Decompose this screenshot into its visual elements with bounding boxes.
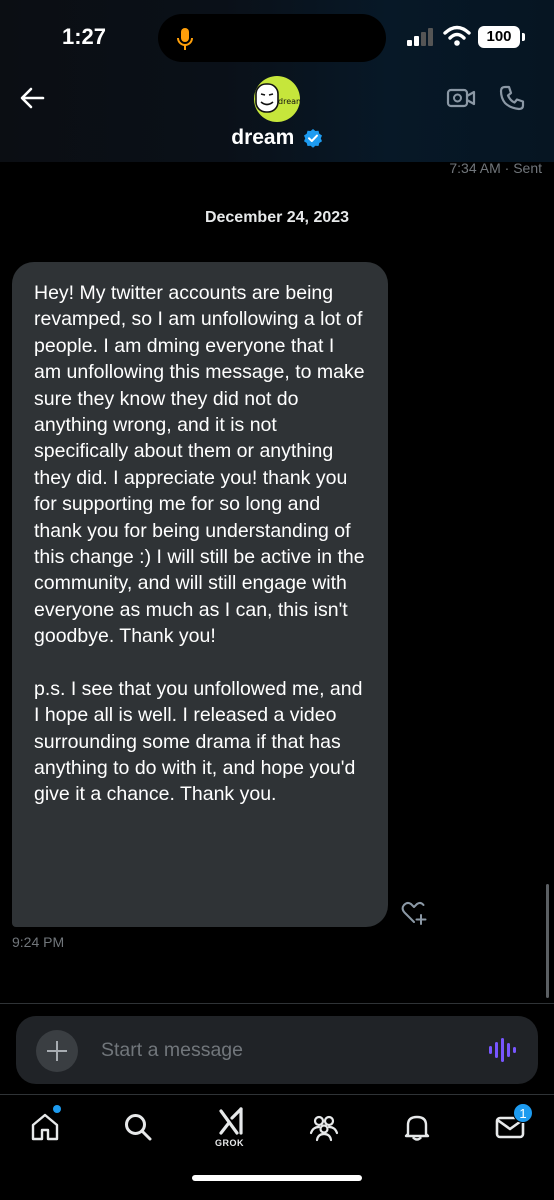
avatar[interactable]: dream (254, 76, 300, 122)
home-indicator[interactable] (192, 1175, 362, 1181)
status-time: 1:27 (62, 24, 107, 49)
notifications-bell-icon[interactable] (401, 1111, 433, 1143)
message-input[interactable]: Start a message (101, 1039, 243, 1062)
grok-icon[interactable] (215, 1105, 247, 1137)
add-reaction-heart-icon[interactable] (400, 900, 428, 926)
composer-divider (0, 1003, 554, 1004)
message-composer[interactable]: Start a message (16, 1016, 538, 1084)
scrollbar[interactable] (546, 884, 549, 998)
video-call-icon[interactable] (446, 84, 476, 112)
wifi-icon (443, 25, 471, 46)
home-icon[interactable] (29, 1111, 61, 1143)
battery-nub (522, 33, 525, 41)
message-paragraph: Hey! My twitter accounts are being revam… (34, 282, 370, 648)
add-attachment-button[interactable] (36, 1030, 78, 1072)
last-sent-status: 7:34 AM · Sent (449, 160, 542, 176)
voice-message-icon[interactable] (488, 1036, 516, 1064)
verified-badge-icon (303, 129, 322, 148)
grok-label: GROK (215, 1138, 244, 1148)
svg-text:dream: dream (278, 97, 300, 106)
message-timestamp: 9:24 PM (12, 934, 65, 950)
microphone-icon (177, 28, 193, 50)
dream-logo-icon: dream (255, 83, 300, 113)
communities-icon[interactable] (308, 1111, 340, 1143)
phone-call-icon[interactable] (498, 84, 526, 112)
message-bubble[interactable]: Hey! My twitter accounts are being revam… (12, 262, 388, 927)
messages-badge: 1 (513, 1103, 533, 1123)
bottom-navigation: GROK 1 (0, 1094, 554, 1200)
date-separator: December 24, 2023 (204, 209, 350, 226)
back-arrow-icon[interactable] (18, 84, 46, 112)
sent-label: · Sent (504, 160, 542, 176)
search-icon[interactable] (122, 1111, 154, 1143)
battery-indicator: 100 (478, 26, 520, 48)
cellular-signal-icon (407, 28, 433, 46)
contact-name: dream (231, 126, 295, 149)
home-notification-dot (53, 1105, 61, 1113)
last-sent-time: 7:34 AM (449, 160, 501, 176)
contact-name-row[interactable]: dream (0, 126, 554, 150)
message-paragraph: p.s. I see that you unfollowed me, and I… (34, 677, 368, 806)
